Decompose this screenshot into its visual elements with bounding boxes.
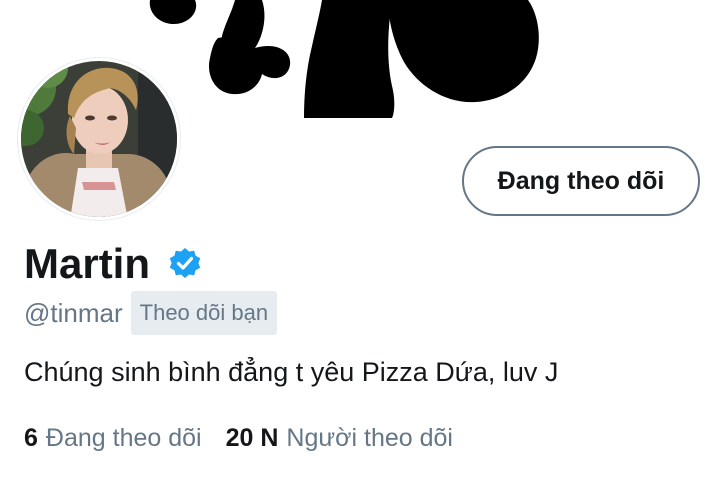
profile-display-name: Martin [24,240,150,287]
following-button-label: Đang theo dõi [497,166,665,195]
following-count: 6 [24,424,38,452]
profile-name-row: Martin [24,236,202,292]
profile-handle: @tinmar [24,298,123,328]
followers-count: 20 N [225,424,279,452]
verified-badge-icon [168,247,202,281]
follows-you-badge: Theo dõi bạn [130,291,278,335]
profile-stats: 6 Đang theo dõi 20 N Người theo dõi [24,420,453,456]
profile-handle-row: @tinmar Theo dõi bạn [24,291,278,335]
following-button[interactable]: Đang theo dõi [462,146,700,216]
followers-stat-link[interactable]: 20 N Người theo dõi [226,420,453,456]
followers-label: Người theo dõi [286,424,453,452]
profile-bio: Chúng sinh bình đẳng t yêu Pizza Dứa, lu… [24,357,559,387]
profile-avatar[interactable] [18,58,180,220]
following-stat-link[interactable]: 6 Đang theo dõi [24,420,202,456]
following-label: Đang theo dõi [45,424,202,452]
profile-page: Đang theo dõi Martin @tinmar Theo dõi bạ… [0,0,719,489]
